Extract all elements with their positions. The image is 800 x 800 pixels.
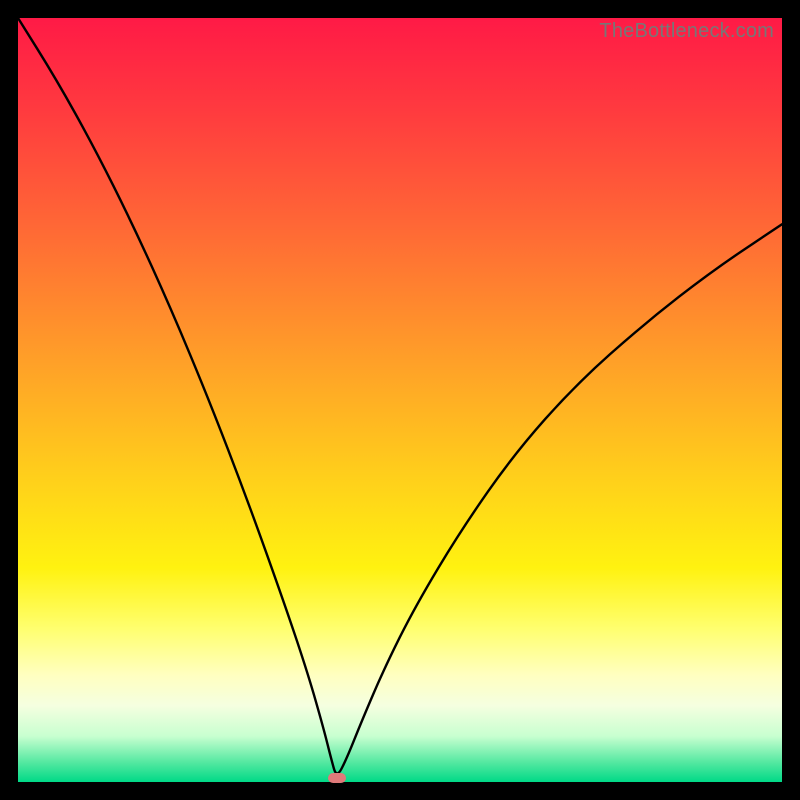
bottleneck-curve [18,18,782,782]
plot-area: TheBottleneck.com [18,18,782,782]
curve-minimum-marker [328,773,346,783]
chart-frame: TheBottleneck.com [0,0,800,800]
